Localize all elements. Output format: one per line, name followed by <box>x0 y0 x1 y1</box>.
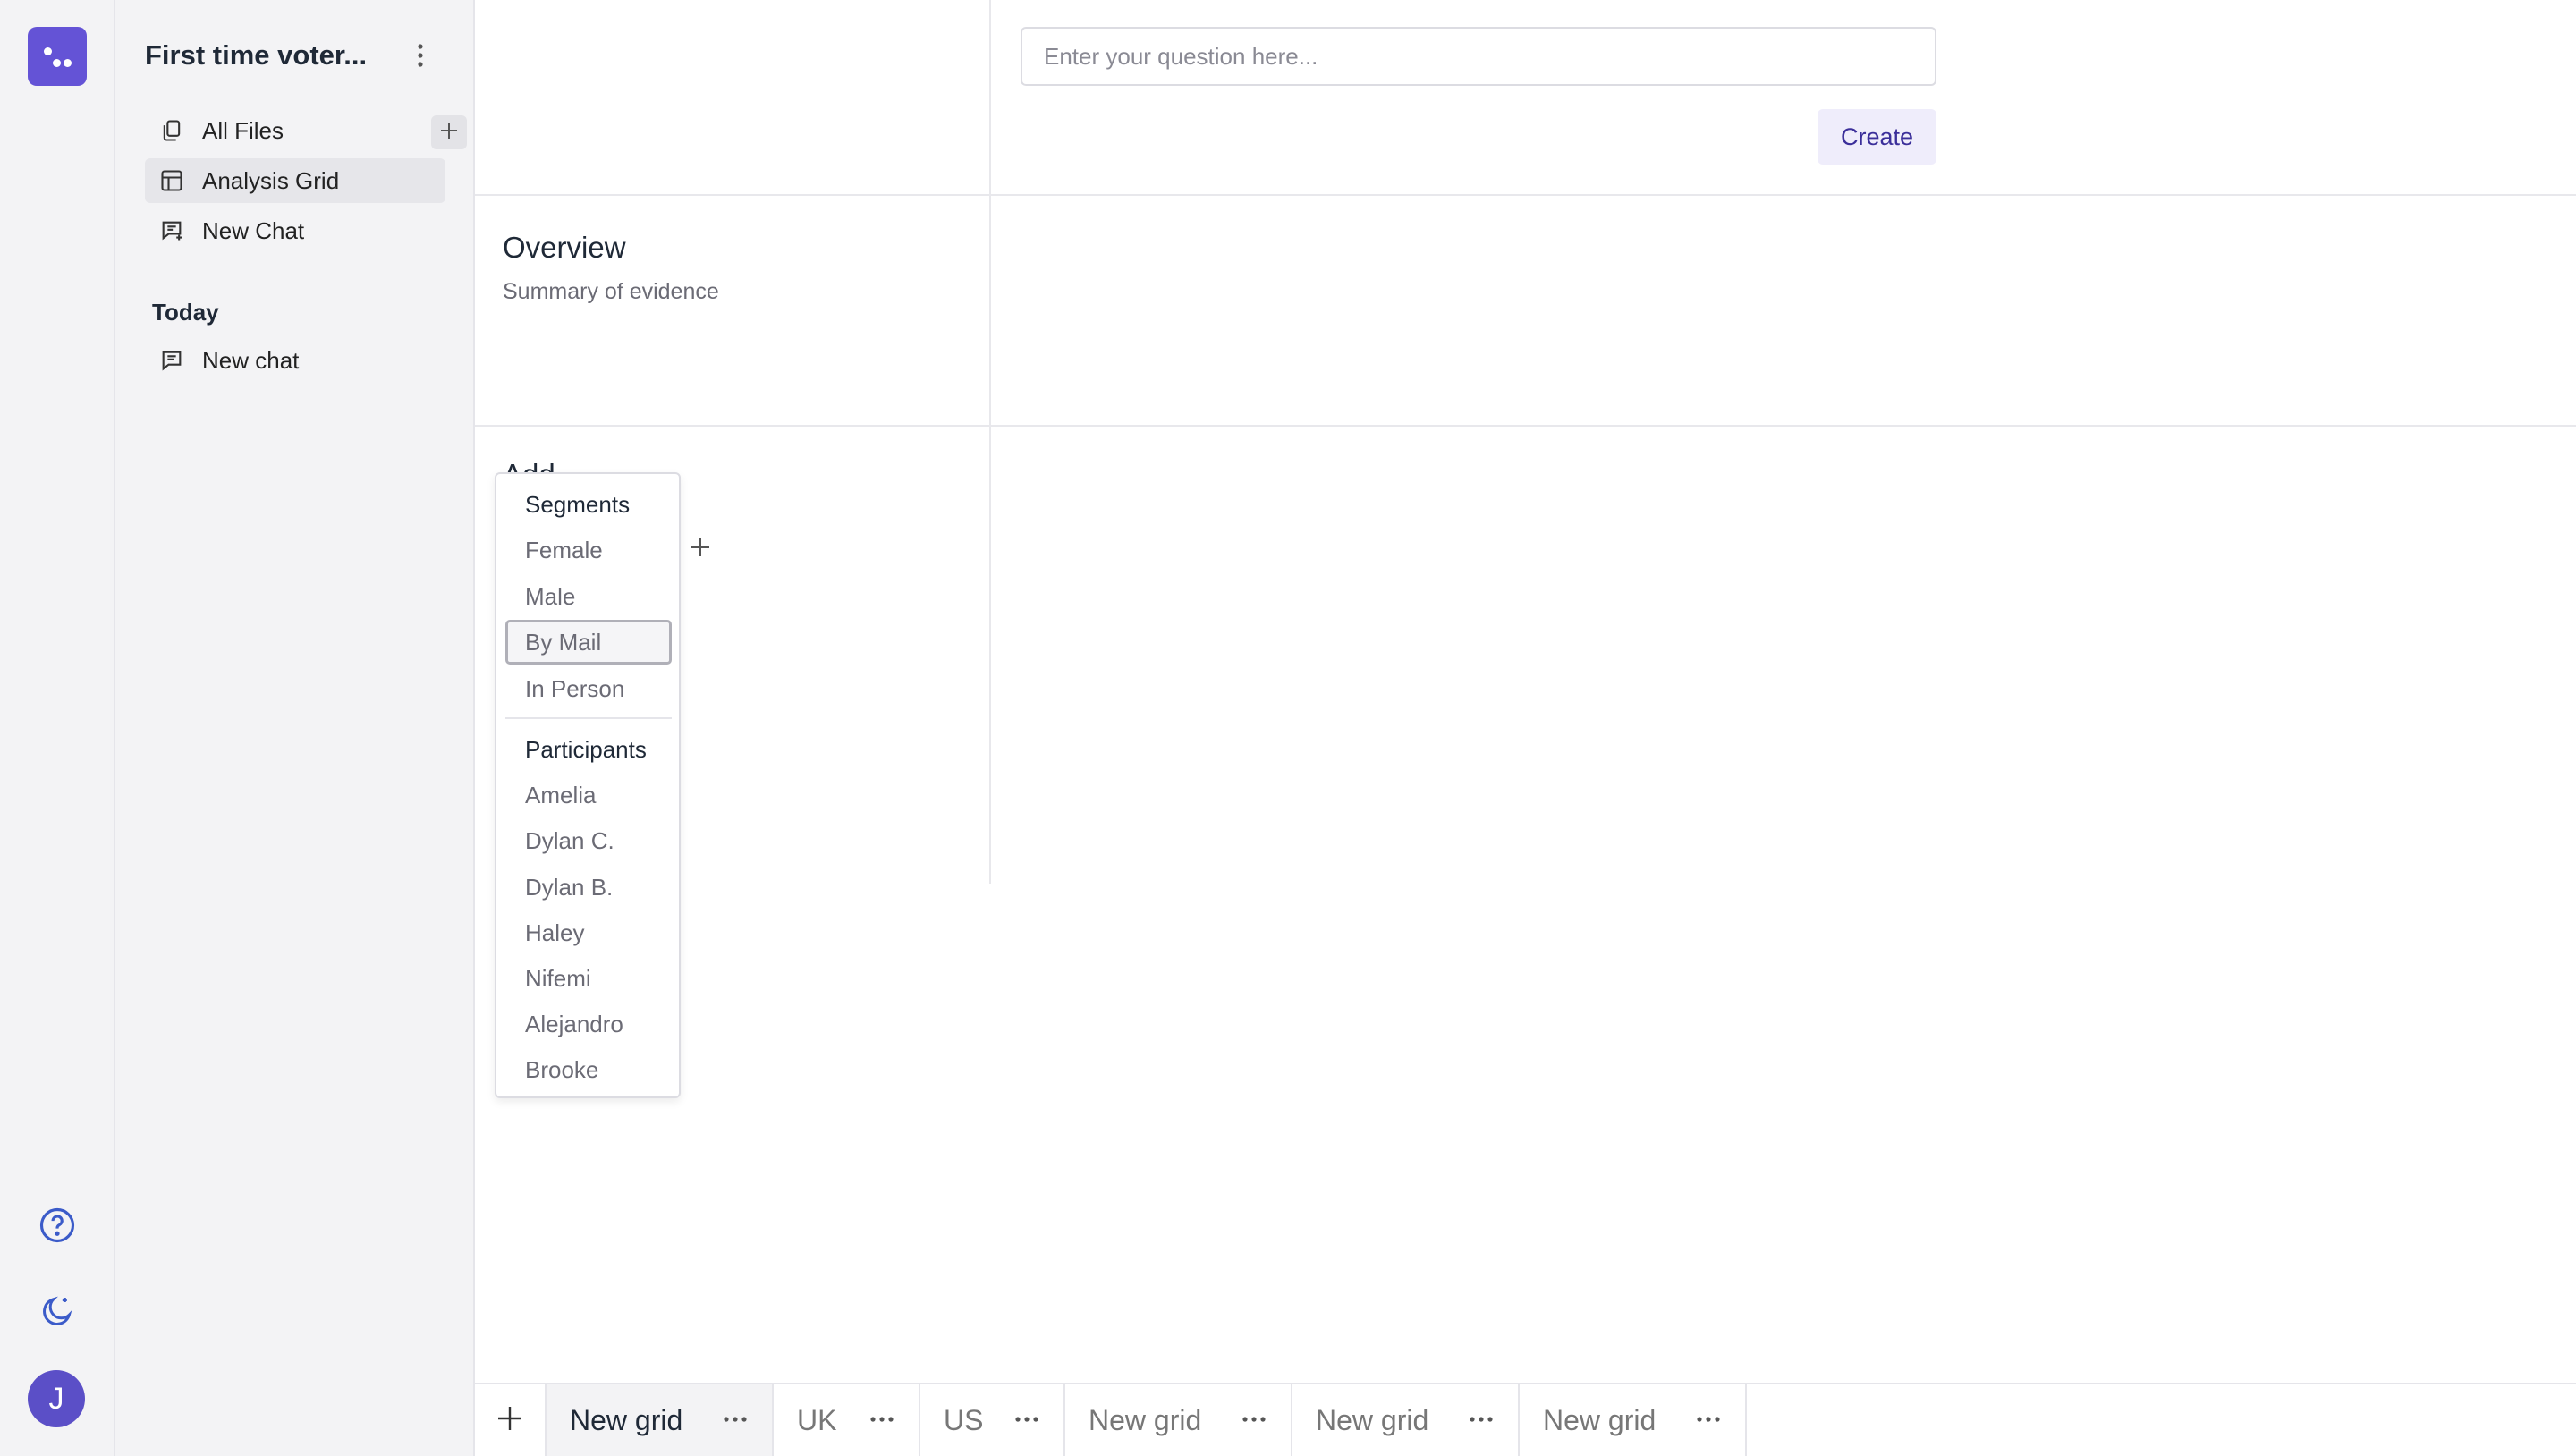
section-today: Today <box>152 299 219 326</box>
dropdown-option[interactable]: Alejandro <box>505 1002 672 1046</box>
tab-label: New grid <box>1316 1403 1429 1436</box>
files-icon <box>157 116 186 145</box>
grid-icon <box>157 166 186 195</box>
column-divider <box>989 0 991 884</box>
add-grid-button[interactable] <box>475 1384 547 1456</box>
tab-label: New grid <box>570 1403 683 1436</box>
add-file-button[interactable] <box>431 115 467 149</box>
kebab-icon <box>417 43 424 72</box>
row-title-overview: Overview <box>503 231 626 264</box>
app-logo[interactable] <box>28 27 87 86</box>
dropdown-option[interactable]: Amelia <box>505 773 672 817</box>
theme-toggle-button[interactable] <box>34 1290 80 1336</box>
tab-grid[interactable]: New grid <box>1065 1384 1292 1456</box>
tab-label: New grid <box>1543 1403 1657 1436</box>
dropdown-header-participants: Participants <box>525 735 647 763</box>
avatar-initial: J <box>48 1381 64 1416</box>
tab-grid[interactable]: New grid <box>547 1384 774 1456</box>
plus-icon <box>690 537 711 563</box>
project-menu-button[interactable] <box>407 41 434 73</box>
chat-icon <box>157 346 186 375</box>
tab-label: UK <box>797 1403 837 1436</box>
row-divider <box>475 425 2576 427</box>
create-button[interactable]: Create <box>1818 109 1936 165</box>
sidebar: First time voter... All Files Analysis G… <box>115 0 475 1456</box>
add-row-button[interactable] <box>682 531 718 567</box>
project-title[interactable]: First time voter... <box>145 39 367 72</box>
dropdown-header-segments: Segments <box>525 490 631 518</box>
dropdown-option[interactable]: Nifemi <box>505 956 672 1001</box>
moon-icon <box>39 1293 75 1333</box>
tab-more-button[interactable] <box>1239 1406 1269 1433</box>
left-rail: J <box>0 0 115 1456</box>
tab-label: US <box>944 1403 984 1436</box>
tab-more-button[interactable] <box>720 1406 750 1433</box>
row-divider <box>475 194 2576 196</box>
chat-item-label: New chat <box>202 346 300 374</box>
help-button[interactable] <box>34 1204 80 1250</box>
tab-more-button[interactable] <box>1466 1406 1496 1433</box>
user-avatar[interactable]: J <box>28 1370 85 1427</box>
tab-more-button[interactable] <box>1012 1406 1042 1433</box>
tab-more-button[interactable] <box>867 1406 897 1433</box>
filter-dropdown: Segments Female Male By Mail In Person P… <box>495 472 681 1098</box>
tab-grid[interactable]: New grid <box>1292 1384 1520 1456</box>
plus-icon <box>496 1405 523 1436</box>
tab-grid[interactable]: New grid <box>1520 1384 1747 1456</box>
tab-more-button[interactable] <box>1693 1406 1724 1433</box>
dropdown-option[interactable]: Male <box>505 574 672 619</box>
tab-grid[interactable]: US <box>920 1384 1065 1456</box>
dropdown-option[interactable]: Female <box>505 528 672 572</box>
sidebar-item-label: All Files <box>202 116 284 144</box>
row-subtitle-overview: Summary of evidence <box>503 279 719 304</box>
app-root: J First time voter... All Files Analysis… <box>0 0 2576 1456</box>
dropdown-option[interactable]: Dylan C. <box>505 818 672 863</box>
help-icon <box>38 1206 76 1249</box>
dropdown-separator <box>505 717 672 719</box>
tab-label: New grid <box>1089 1403 1202 1436</box>
plus-icon <box>439 119 459 147</box>
dropdown-option[interactable]: Dylan B. <box>505 865 672 910</box>
sidebar-item-new-chat[interactable]: New Chat <box>145 208 445 253</box>
sidebar-item-analysis-grid[interactable]: Analysis Grid <box>145 158 445 203</box>
sidebar-item-label: New Chat <box>202 216 305 244</box>
grid-tabbar: New grid UK US New grid New grid New gri… <box>475 1383 2576 1456</box>
dropdown-option[interactable]: Haley <box>505 910 672 955</box>
sidebar-item-all-files[interactable]: All Files <box>145 108 467 153</box>
analysis-grid: Create Overview Summary of evidence Add <box>475 0 2576 1383</box>
tab-grid[interactable]: UK <box>774 1384 920 1456</box>
dropdown-option[interactable]: In Person <box>505 666 672 711</box>
chat-item[interactable]: New chat <box>145 338 445 383</box>
sidebar-item-label: Analysis Grid <box>202 166 340 194</box>
dropdown-option-selected[interactable]: By Mail <box>505 620 672 665</box>
question-input[interactable] <box>1021 27 1936 86</box>
new-chat-icon <box>157 216 186 245</box>
dropdown-option[interactable]: Brooke <box>505 1047 672 1092</box>
